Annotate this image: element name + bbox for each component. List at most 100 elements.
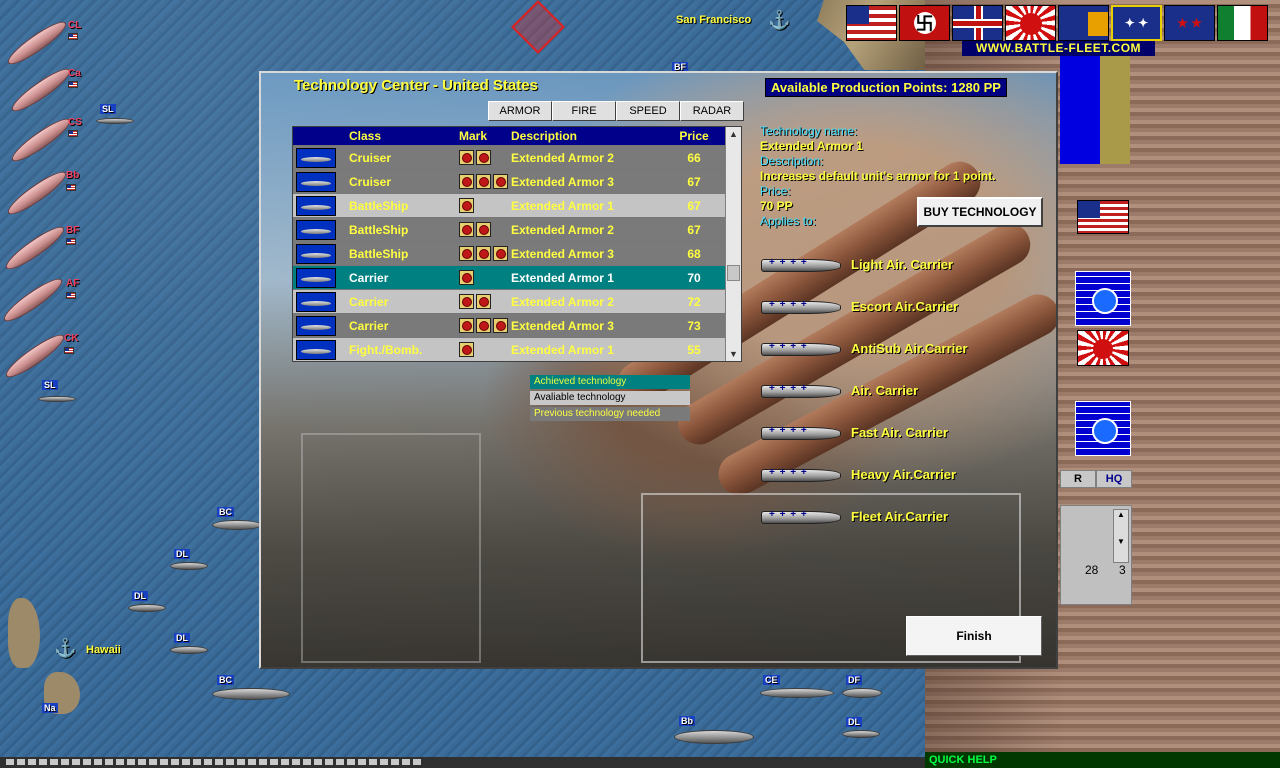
ship-thumbnail-icon	[296, 267, 336, 288]
enemy-ship[interactable]	[1, 329, 69, 383]
row-class: Cruiser	[349, 174, 392, 189]
column-price[interactable]: Price	[661, 129, 727, 143]
row-price: 67	[687, 198, 701, 213]
category-tabs: ARMOR FIRE SPEED RADAR	[488, 101, 744, 121]
row-price: 68	[687, 246, 701, 261]
sidebar-scrollbar[interactable]: ▲ ▼	[1113, 509, 1129, 563]
unit-label: DL	[846, 717, 862, 727]
port-anchor-icon[interactable]: ⚓	[768, 10, 790, 31]
fleet-label: Bb	[66, 170, 80, 181]
row-mark	[459, 246, 511, 261]
unit-label: SL	[100, 104, 116, 114]
tech-description-value: Increases default unit's armor for 1 poi…	[760, 169, 996, 183]
destroyer[interactable]	[170, 646, 208, 654]
unit-label: DL	[132, 591, 148, 601]
applies-to-name: Air. Carrier	[851, 382, 919, 398]
table-row[interactable]: BattleShip Extended Armor 1 67	[293, 193, 741, 217]
website-link[interactable]: WWW.BATTLE-FLEET.COM	[962, 41, 1155, 56]
radar-grid-tile[interactable]	[1075, 401, 1131, 456]
legend-achieved: Achieved technology	[530, 375, 690, 389]
battlecruiser[interactable]	[212, 520, 262, 530]
escort-carrier[interactable]	[760, 688, 834, 698]
submarine[interactable]	[38, 396, 76, 402]
applies-to-name: Fast Air. Carrier	[851, 424, 949, 440]
applies-to-name: AntiSub Air.Carrier	[851, 340, 968, 356]
applies-to-item: Heavy Air.Carrier	[761, 453, 1051, 495]
san-francisco-label: San Francisco	[676, 14, 752, 26]
fleet-label: BF	[66, 225, 80, 236]
japan-flag-icon[interactable]	[1005, 5, 1056, 41]
buy-technology-button[interactable]: BUY TECHNOLOGY	[917, 197, 1043, 227]
row-class: BattleShip	[349, 198, 409, 213]
column-class[interactable]: Class	[339, 129, 459, 143]
table-row[interactable]: Fight./Bomb. Extended Armor 1 55	[293, 337, 741, 361]
enemy-ship[interactable]	[1, 221, 69, 275]
tab-speed[interactable]: SPEED	[616, 101, 680, 121]
status-legend: Achieved technology Avaliable technology…	[530, 375, 690, 423]
destroyer[interactable]	[128, 604, 166, 612]
enemy-carrier[interactable]	[0, 273, 67, 327]
unit-label: Na	[42, 703, 58, 713]
row-class: Carrier	[349, 270, 389, 285]
carrier-icon	[761, 423, 841, 441]
scroll-down-icon[interactable]: ▼	[726, 347, 741, 361]
enemy-ship[interactable]	[7, 63, 75, 117]
rank-medal-icon	[476, 174, 491, 189]
column-mark[interactable]: Mark	[459, 129, 511, 143]
column-description[interactable]: Description	[511, 129, 661, 143]
battlecruiser[interactable]	[212, 688, 290, 700]
fast-ship[interactable]	[842, 688, 882, 698]
unit-label: Bb	[679, 716, 695, 726]
target-marker-icon[interactable]	[511, 0, 565, 54]
applies-to-item: Fast Air. Carrier	[761, 411, 1051, 453]
tab-fire[interactable]: FIRE	[552, 101, 616, 121]
table-row[interactable]: BattleShip Extended Armor 2 67	[293, 217, 741, 241]
scroll-thumb[interactable]	[727, 265, 740, 281]
row-price: 66	[687, 150, 701, 165]
tech-name-value: Extended Armor 1	[760, 139, 863, 153]
enemy-ship[interactable]	[3, 166, 71, 220]
sidebar-tabs: R HQ	[1060, 470, 1132, 488]
scroll-up-icon[interactable]: ▲	[726, 127, 741, 141]
usa-flag-icon[interactable]	[846, 5, 897, 41]
radar-grid-tile[interactable]	[1075, 271, 1131, 326]
table-scrollbar[interactable]: ▲ ▼	[725, 127, 741, 361]
table-row[interactable]: Cruiser Extended Armor 3 67	[293, 169, 741, 193]
quick-help-button[interactable]: QUICK HELP	[925, 752, 1280, 768]
destroyer[interactable]	[842, 730, 880, 738]
tab-r[interactable]: R	[1060, 470, 1096, 488]
applies-to-item: Light Air. Carrier	[761, 243, 1051, 285]
ship-thumbnail-icon	[296, 147, 336, 168]
finish-button[interactable]: Finish	[906, 616, 1042, 656]
carrier-icon	[761, 339, 841, 357]
port-anchor-icon[interactable]: ⚓	[54, 638, 76, 659]
enemy-ship[interactable]	[3, 16, 71, 70]
mini-map[interactable]	[1060, 56, 1130, 164]
italy-flag-icon[interactable]	[1217, 5, 1268, 41]
germany-flag-icon[interactable]: 卐	[899, 5, 950, 41]
australia-flag-icon[interactable]	[1058, 5, 1109, 41]
technology-center-dialog: Technology Center - United States Availa…	[259, 71, 1058, 669]
tab-radar[interactable]: RADAR	[680, 101, 744, 121]
uk-flag-icon[interactable]	[952, 5, 1003, 41]
tab-armor[interactable]: ARMOR	[488, 101, 552, 121]
submarine[interactable]	[96, 118, 134, 124]
table-row[interactable]: BattleShip Extended Armor 3 68	[293, 241, 741, 265]
new-zealand-flag-icon[interactable]: ★ ★	[1164, 5, 1215, 41]
table-row[interactable]: Cruiser Extended Armor 2 66	[293, 145, 741, 169]
rank-medal-icon	[493, 318, 508, 333]
row-description: Extended Armor 1	[511, 198, 614, 213]
table-row[interactable]: Carrier Extended Armor 2 72	[293, 289, 741, 313]
australia-flag-alt-icon[interactable]: ✦ ✦	[1111, 5, 1162, 41]
us-flag-icon	[64, 347, 74, 354]
tech-name-label: Technology name:	[760, 124, 858, 138]
destroyer[interactable]	[170, 562, 208, 570]
battleship[interactable]	[674, 730, 754, 744]
table-row[interactable]: Carrier Extended Armor 3 73	[293, 313, 741, 337]
tab-hq[interactable]: HQ	[1096, 470, 1132, 488]
table-row[interactable]: Carrier Extended Armor 1 70	[293, 265, 741, 289]
enemy-ship[interactable]	[7, 113, 75, 167]
rank-medal-icon	[493, 174, 508, 189]
unit-thumbnail	[293, 267, 339, 288]
rank-medal-icon	[476, 294, 491, 309]
